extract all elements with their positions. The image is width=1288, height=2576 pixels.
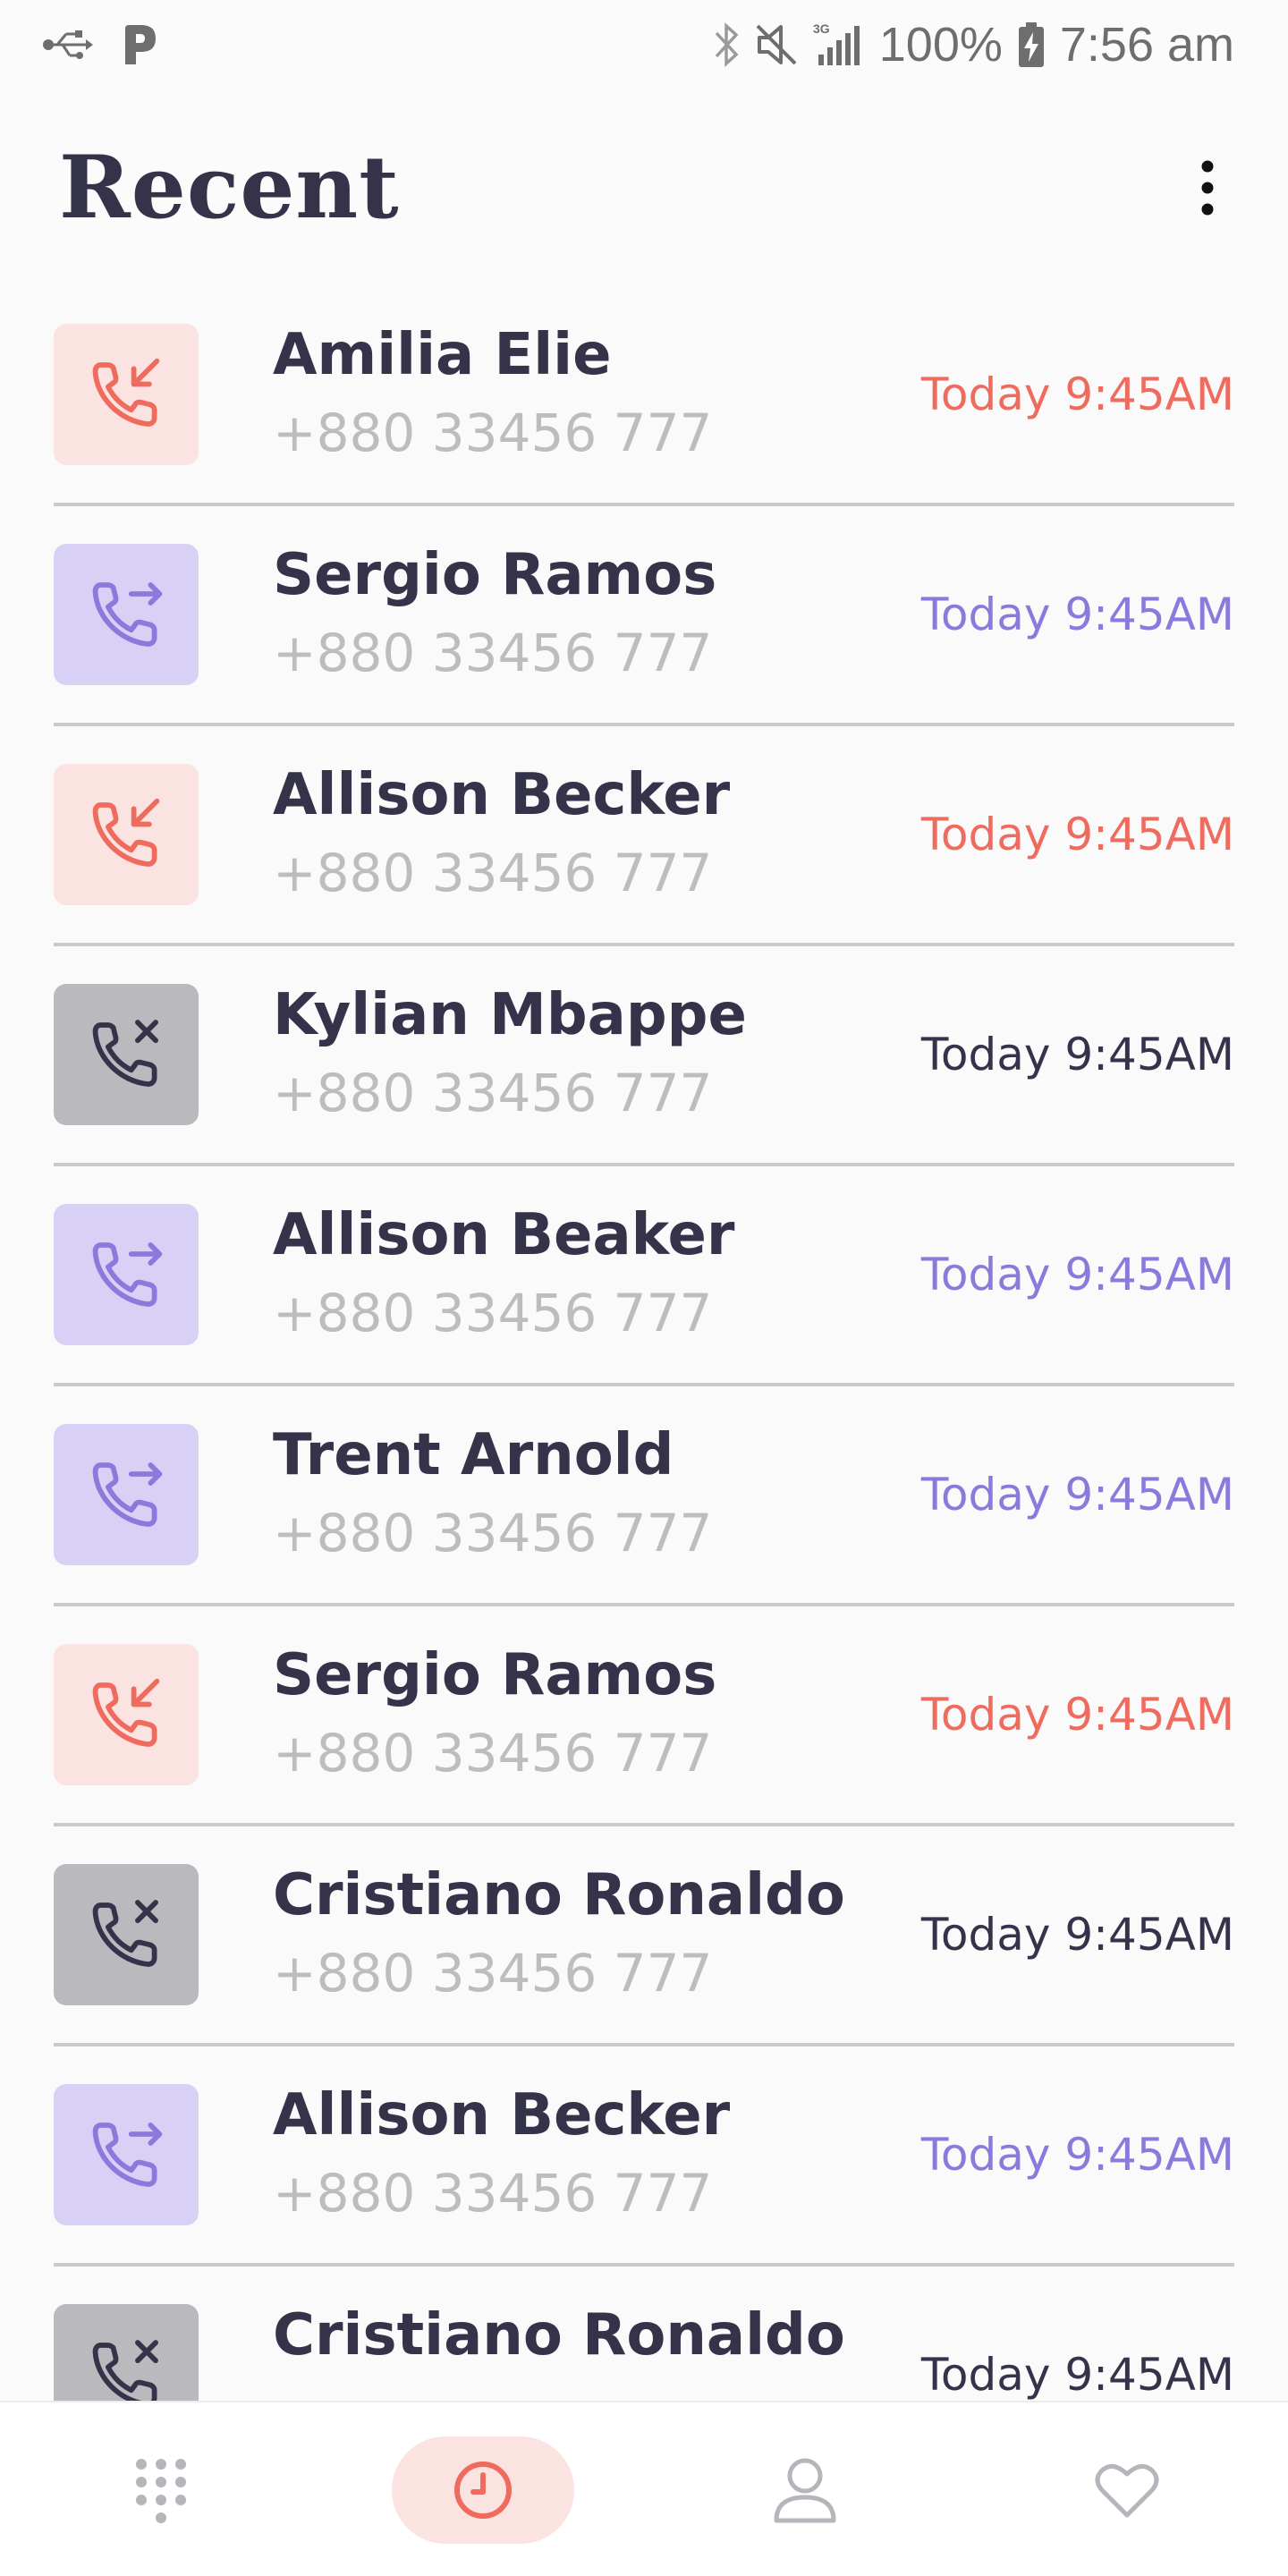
- call-row[interactable]: Kylian Mbappe +880 33456 777 Today 9:45AM: [54, 946, 1234, 1166]
- call-type-badge: [54, 764, 199, 905]
- incoming-call-icon: [92, 358, 160, 427]
- contact-name: Sergio Ramos: [273, 542, 717, 608]
- mute-icon: [754, 21, 799, 69]
- battery-percent: 100%: [878, 18, 1003, 72]
- outgoing-call-icon: [92, 582, 163, 647]
- battery-charging-icon: [1017, 21, 1046, 69]
- contact-number: +880 33456 777: [273, 843, 713, 903]
- call-type-badge: [54, 2304, 199, 2402]
- call-row[interactable]: Amilia Elie +880 33456 777 Today 9:45AM: [54, 286, 1234, 506]
- incoming-call-icon: [92, 1678, 160, 1747]
- more-vertical-icon: [1201, 160, 1214, 216]
- contact-name: Sergio Ramos: [273, 1642, 717, 1708]
- status-right: 3G 100% 7:56 am: [713, 18, 1234, 72]
- bottom-navigation: [0, 2401, 1288, 2576]
- parking-icon: [120, 23, 159, 66]
- missed-call-icon: [92, 2340, 158, 2402]
- call-row[interactable]: Allison Beaker +880 33456 777 Today 9:45AM: [54, 1166, 1234, 1386]
- nav-item-contacts[interactable]: [751, 2436, 859, 2544]
- call-row[interactable]: Cristiano Ronaldo +880 33456 777 Today 9:4…: [54, 1826, 1234, 2046]
- call-time: Today 9:45AM: [920, 589, 1234, 640]
- contact-name: Allison Beaker: [273, 1202, 735, 1268]
- dialpad-icon: [136, 2459, 186, 2523]
- missed-call-icon: [92, 1020, 158, 1087]
- status-bar: 3G 100% 7:56 am: [0, 0, 1288, 89]
- svg-text:3G: 3G: [813, 21, 830, 36]
- contact-name: Allison Becker: [273, 2082, 731, 2148]
- call-type-badge: [54, 544, 199, 685]
- call-row[interactable]: Sergio Ramos +880 33456 777 Today 9:45AM: [54, 506, 1234, 726]
- call-time: Today 9:45AM: [920, 1249, 1234, 1301]
- usb-icon: [43, 27, 93, 63]
- contact-number: +880 33456 777: [273, 1283, 713, 1343]
- contact-number: +880 33456 777: [273, 1943, 713, 2004]
- call-row[interactable]: Sergio Ramos +880 33456 777 Today 9:45AM: [54, 1606, 1234, 1826]
- contact-name: Amilia Elie: [273, 322, 612, 388]
- recent-calls-list[interactable]: Amilia Elie +880 33456 777 Today 9:45AM Ser…: [0, 286, 1288, 2402]
- contact-number: +880 33456 777: [273, 2163, 713, 2224]
- outgoing-call-icon: [92, 1242, 163, 1307]
- call-type-badge: [54, 1204, 199, 1345]
- contact-name: Cristiano Ronaldo: [273, 2302, 845, 2368]
- contact-name: Cristiano Ronaldo: [273, 1862, 845, 1928]
- contact-number: +880 33456 777: [273, 1503, 713, 1563]
- contact-name: Trent Arnold: [273, 1422, 674, 1488]
- header: Recent: [0, 89, 1288, 286]
- contact-name: Kylian Mbappe: [273, 982, 747, 1048]
- call-time: Today 9:45AM: [920, 369, 1234, 420]
- nav-item-dialpad[interactable]: [107, 2436, 215, 2544]
- call-type-badge: [54, 324, 199, 465]
- call-time: Today 9:45AM: [920, 809, 1234, 860]
- call-time: Today 9:45AM: [920, 2129, 1234, 2181]
- call-type-badge: [54, 2084, 199, 2225]
- outgoing-call-icon: [92, 2123, 163, 2187]
- incoming-call-icon: [92, 798, 160, 867]
- missed-call-icon: [92, 1900, 158, 1967]
- clock-time: 7:56 am: [1059, 18, 1234, 72]
- contact-number: +880 33456 777: [273, 1063, 713, 1123]
- heart-icon: [1095, 2463, 1159, 2518]
- call-time: Today 9:45AM: [920, 1909, 1234, 1961]
- call-row[interactable]: Allison Becker +880 33456 777 Today 9:45AM: [54, 2046, 1234, 2267]
- contact-number: +880 33456 777: [273, 623, 713, 683]
- person-icon: [774, 2458, 836, 2523]
- call-type-badge: [54, 984, 199, 1125]
- call-time: Today 9:45AM: [920, 1029, 1234, 1080]
- signal-icon: 3G: [813, 21, 865, 69]
- call-row[interactable]: Allison Becker +880 33456 777 Today 9:45AM: [54, 726, 1234, 946]
- page-title: Recent: [59, 137, 400, 238]
- call-row[interactable]: Cristiano Ronaldo Today 9:45AM: [54, 2267, 1234, 2402]
- clock-icon: [454, 2462, 512, 2519]
- call-time: Today 9:45AM: [920, 1689, 1234, 1741]
- call-time: Today 9:45AM: [920, 1469, 1234, 1521]
- nav-item-favorites[interactable]: [1073, 2436, 1181, 2544]
- call-row[interactable]: Trent Arnold +880 33456 777 Today 9:45AM: [54, 1386, 1234, 1606]
- contact-number: +880 33456 777: [273, 1723, 713, 1784]
- contact-number: +880 33456 777: [273, 402, 713, 463]
- call-type-badge: [54, 1424, 199, 1565]
- outgoing-call-icon: [92, 1462, 163, 1527]
- bluetooth-icon: [713, 21, 740, 69]
- contact-name: Allison Becker: [273, 762, 731, 828]
- more-options-button[interactable]: [1172, 152, 1243, 224]
- status-left: [43, 18, 159, 72]
- call-time: Today 9:45AM: [920, 2349, 1234, 2401]
- call-type-badge: [54, 1864, 199, 2005]
- nav-item-recents[interactable]: [392, 2436, 574, 2544]
- call-type-badge: [54, 1644, 199, 1785]
